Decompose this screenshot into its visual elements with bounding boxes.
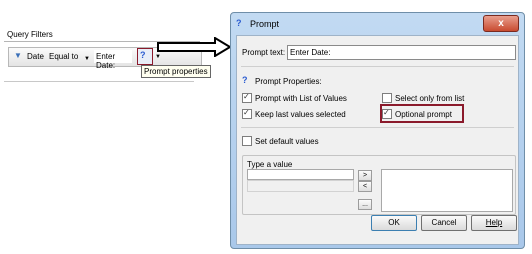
- prompt-icon: ?: [242, 75, 248, 85]
- checkmark-icon: ✓: [243, 108, 250, 117]
- dialog-titlebar[interactable]: ? Prompt x: [231, 13, 524, 33]
- optional-prompt-label: Optional prompt: [395, 110, 452, 119]
- checkmark-icon: ✓: [383, 108, 390, 117]
- value-preview: [247, 180, 354, 192]
- type-a-value-group: Type a value > < ...: [242, 155, 516, 215]
- select-only-from-list-label: Select only from list: [395, 94, 465, 103]
- chevron-down-icon[interactable]: ▼: [84, 56, 90, 62]
- dialog-title: Prompt: [250, 19, 280, 29]
- divider: [241, 66, 514, 67]
- filter-icon: ▼: [14, 51, 22, 60]
- dialog-body: Prompt text: Enter Date: ? Prompt Proper…: [236, 35, 519, 245]
- cancel-button[interactable]: Cancel: [421, 215, 467, 231]
- prompt-icon: ?: [236, 18, 242, 28]
- arrow-right-icon: [157, 37, 232, 57]
- help-button[interactable]: Help: [471, 215, 517, 231]
- prompt-properties-button[interactable]: ?: [137, 48, 153, 65]
- query-filters-title: Query Filters: [7, 30, 53, 39]
- tooltip: Prompt properties: [141, 65, 211, 78]
- query-filters-panel: Query Filters ▼ Date Equal to ▼ Enter Da…: [4, 27, 204, 87]
- prompt-value-text: Enter Date:: [96, 52, 116, 70]
- divider: [4, 81, 194, 82]
- browse-button[interactable]: ...: [358, 199, 372, 210]
- prompt-text-label: Prompt text:: [242, 48, 286, 57]
- type-a-value-label: Type a value: [247, 160, 293, 169]
- set-default-values-checkbox[interactable]: [242, 136, 252, 146]
- prompt-dialog: ? Prompt x Prompt text: Enter Date: ? Pr…: [230, 12, 525, 249]
- set-default-values-label: Set default values: [255, 137, 319, 146]
- keep-last-values-label: Keep last values selected: [255, 110, 346, 119]
- remove-value-button[interactable]: <: [358, 181, 372, 192]
- type-a-value-input[interactable]: [247, 169, 354, 180]
- close-button[interactable]: x: [483, 15, 519, 32]
- filter-operator[interactable]: Equal to: [49, 52, 78, 61]
- optional-prompt-checkbox[interactable]: ✓: [382, 108, 392, 119]
- prompt-with-lov-label: Prompt with List of Values: [255, 94, 347, 103]
- prompt-properties-label: Prompt Properties:: [255, 77, 322, 86]
- prompt-value-field[interactable]: Enter Date:: [94, 50, 132, 70]
- prompt-text-input[interactable]: Enter Date:: [287, 45, 516, 60]
- values-list[interactable]: [381, 169, 513, 212]
- divider: [241, 127, 514, 128]
- prompt-with-lov-checkbox[interactable]: ✓: [242, 92, 252, 103]
- add-value-button[interactable]: >: [358, 170, 372, 181]
- select-only-from-list-checkbox[interactable]: [382, 93, 392, 103]
- prompt-text-value: Enter Date:: [290, 48, 331, 57]
- prompt-icon: ?: [140, 50, 146, 60]
- keep-last-values-checkbox[interactable]: ✓: [242, 108, 252, 119]
- checkmark-icon: ✓: [243, 92, 250, 101]
- ok-button[interactable]: OK: [371, 215, 417, 231]
- filter-object[interactable]: Date: [27, 52, 44, 61]
